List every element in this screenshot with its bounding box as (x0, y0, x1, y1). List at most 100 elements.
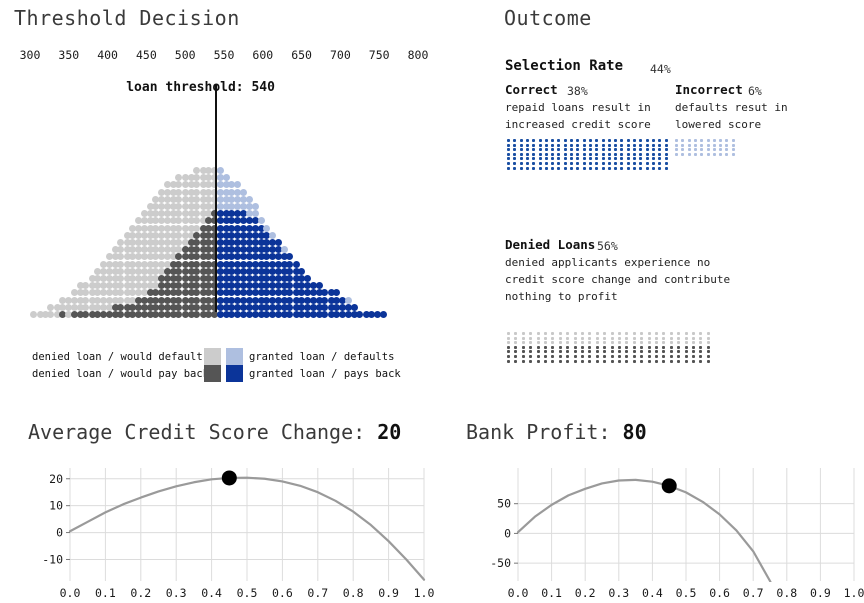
y-tick-label-10: 10 (49, 499, 63, 513)
axis-tick-600: 600 (252, 48, 274, 62)
correct-description-line2: increased credit score (505, 118, 651, 131)
denied-waffle-dot-dark (669, 350, 673, 354)
denied-waffle-dot-light (544, 341, 547, 345)
denied-waffle-dot-dark (640, 359, 644, 363)
legend-label-left: denied loan / would pay back (32, 367, 210, 380)
correct-value: 38% (567, 84, 588, 98)
denied-waffle-dot-light (544, 332, 547, 335)
denied-waffle-dot-light (684, 332, 688, 335)
applicant-dot-granted-defaults (216, 167, 224, 174)
x-tick-label-0.9: 0.9 (378, 586, 399, 600)
correct-waffle-dot (532, 139, 536, 142)
denied-waffle-dot-dark (581, 345, 584, 349)
incorrect-waffle-dot (706, 143, 710, 147)
correct-waffle-dot (595, 148, 599, 152)
denied-waffle-dot-light (640, 336, 644, 340)
x-tick-label-0.4: 0.4 (642, 586, 663, 600)
credit-score-chart-title: Average Credit Score Change: 20 (28, 420, 401, 444)
denied-waffle-dot-light (551, 341, 555, 345)
correct-waffle-dot (614, 143, 618, 147)
denied-waffle-dot-dark (677, 350, 681, 354)
denied-waffle-dot-light (699, 332, 703, 335)
correct-waffle-dot (658, 162, 662, 165)
correct-waffle-dot (645, 139, 649, 142)
denied-waffle-dot-light (558, 341, 562, 345)
applicant-dot-granted-defaults (281, 246, 289, 254)
denied-waffle-dot-dark (529, 350, 533, 354)
correct-waffle-dot (601, 148, 605, 152)
denied-waffle-dot-dark (640, 355, 644, 358)
correct-waffle-dot (595, 157, 599, 161)
y-tick-label-0: 0 (56, 526, 63, 540)
correct-waffle-dot (658, 148, 662, 152)
denied-waffle-dot-light (529, 341, 533, 345)
correct-waffle-dot (576, 152, 580, 156)
denied-waffle-dot-dark (618, 355, 621, 358)
correct-waffle-dot (570, 139, 573, 142)
denied-waffle-dot-dark (544, 350, 547, 354)
denied-waffle-dot-light (595, 332, 599, 335)
credit-score-change-chart[interactable]: 20 10 0 -10 0.0 0.1 0.2 0.3 0.4 0.5 0.6 0.7 0.8 0.9 1.… (14, 458, 434, 603)
correct-waffle-dot (601, 143, 605, 147)
denied-waffle-dot-light (640, 341, 644, 345)
incorrect-waffle-dot (725, 143, 729, 147)
denied-waffle-dot-light (677, 336, 681, 340)
correct-description-line1: repaid loans result in (505, 101, 651, 114)
denied-waffle-dot-dark (706, 355, 710, 358)
incorrect-waffle-dot (693, 143, 697, 147)
legend-swatch-right (226, 348, 243, 365)
denied-waffle-dot-light (566, 332, 570, 335)
incorrect-waffle-dot (700, 143, 704, 147)
correct-waffle-dot (513, 143, 517, 147)
incorrect-waffle-dot (675, 143, 678, 147)
credit-score-change-svg: 20 10 0 -10 0.0 0.1 0.2 0.3 0.4 0.5 0.6 0.7 0.8 0.9 1.… (42, 468, 434, 600)
denied-waffle-dot-dark (632, 350, 636, 354)
correct-waffle-dot (551, 157, 555, 161)
correct-waffle-dot (651, 166, 655, 170)
denied-waffle-dot-dark (699, 355, 703, 358)
denied-waffle-dot-dark (529, 355, 533, 358)
incorrect-waffle-dot (681, 152, 685, 156)
x-tick-label-0.0: 0.0 (60, 586, 81, 600)
bank-profit-svg: 50 0 -50 0.0 0.1 0.2 0.3 0.4 0.5 0.6 0.7 0.8 0.9 1.0 (490, 468, 864, 600)
threshold-slider-line[interactable] (215, 85, 218, 312)
bank-profit-marker[interactable] (661, 478, 677, 494)
incorrect-waffle-dot (731, 143, 735, 147)
denied-waffle-dot-light (632, 336, 636, 340)
denied-waffle-dot-dark (610, 359, 614, 363)
denied-waffle-dot-dark (640, 350, 644, 354)
denied-waffle-dot-dark (573, 359, 577, 363)
correct-waffle-dot (525, 162, 529, 165)
denied-waffle-dot-dark (588, 359, 592, 363)
correct-waffle-dot (639, 157, 643, 161)
correct-waffle-dot (607, 157, 611, 161)
credit-score-change-marker[interactable] (221, 470, 237, 486)
applicant-dot-distribution[interactable] (14, 103, 434, 318)
threshold-panel-title: Threshold Decision (14, 6, 240, 30)
correct-waffle-dot (664, 143, 668, 147)
correct-waffle-dot (633, 148, 636, 152)
denied-waffle-dot-light (610, 336, 614, 340)
x-tick-label-0.4: 0.4 (201, 586, 222, 600)
correct-waffle-dot (588, 157, 592, 161)
correct-waffle-dot (525, 166, 529, 170)
correct-waffle-dot (513, 166, 517, 170)
correct-waffle-dot (557, 157, 561, 161)
x-tick-label-0.2: 0.2 (130, 586, 151, 600)
denied-waffle-dot-dark (618, 359, 621, 363)
bank-profit-chart[interactable]: 50 0 -50 0.0 0.1 0.2 0.3 0.4 0.5 0.6 0.7 0.8 0.9 1.0 (456, 458, 864, 603)
correct-waffle-dot (551, 162, 555, 165)
axis-tick-400: 400 (97, 48, 118, 62)
denied-waffle-dot-dark (544, 345, 547, 349)
denied-waffle-dot-dark (625, 355, 629, 358)
denied-waffle-dot-light (581, 336, 584, 340)
denied-waffle-dot-dark (655, 350, 658, 354)
applicant-dot-granted-pays-back (286, 253, 294, 261)
denied-waffle-dot-dark (684, 359, 688, 363)
y-tick-label--10: -10 (42, 552, 63, 566)
denied-waffle-dot-dark (669, 355, 673, 358)
denied-waffle-dot-light (640, 332, 644, 335)
denied-waffle-dot-light (610, 332, 614, 335)
denied-waffle-dot-dark (625, 359, 629, 363)
correct-waffle-dot (658, 166, 662, 170)
